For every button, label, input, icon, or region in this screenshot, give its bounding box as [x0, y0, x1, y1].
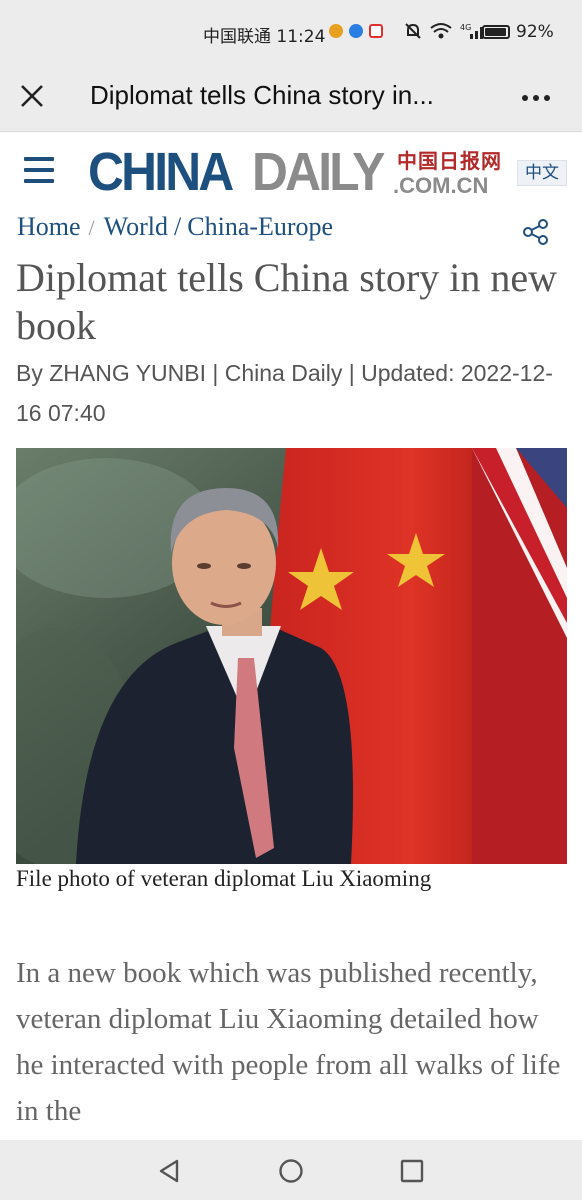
browser-title-bar: Diplomat tells China story in... [0, 66, 582, 132]
logo-domain: .COM.CN [393, 173, 489, 198]
article-headline: Diplomat tells China story in new book [16, 255, 558, 348]
notification-app-icon [369, 24, 383, 38]
system-icons: 4G [404, 22, 486, 40]
logo-primary: CHINA [88, 142, 234, 202]
page-title: Diplomat tells China story in... [90, 80, 434, 110]
browser-icon [349, 24, 363, 38]
status-bar: 中国联通 11:24 4G 92% [0, 0, 582, 66]
battery-icon [482, 25, 510, 39]
logo-chinese: 中国日报网 [397, 149, 502, 173]
notification-icons [329, 24, 383, 38]
wifi-icon [430, 23, 452, 39]
recents-icon[interactable] [399, 1158, 425, 1184]
weibo-icon [329, 24, 343, 38]
breadcrumb-section[interactable]: China-Europe [187, 212, 333, 241]
back-icon[interactable] [157, 1158, 183, 1184]
svg-text:4G: 4G [460, 23, 471, 32]
more-options-icon[interactable] [520, 84, 552, 112]
breadcrumb-separator: / [174, 212, 182, 241]
share-icon[interactable] [522, 218, 550, 246]
mute-icon [405, 23, 421, 39]
home-icon[interactable] [278, 1158, 304, 1184]
photo-caption: File photo of veteran diplomat Liu Xiaom… [16, 866, 432, 891]
close-icon[interactable] [18, 82, 46, 110]
carrier-time: 中国联通 11:24 [203, 27, 326, 47]
breadcrumb: Home / World / China-Europe [17, 212, 333, 246]
site-header: CHINA DAILY 中国日报网 .COM.CN 中文 [0, 132, 582, 210]
logo-secondary: DAILY [252, 142, 385, 202]
breadcrumb-home[interactable]: Home [17, 212, 81, 241]
breadcrumb-world[interactable]: World [104, 212, 168, 241]
breadcrumb-separator: / [88, 215, 95, 240]
article-body: In a new book which was published recent… [16, 957, 561, 1127]
menu-icon[interactable] [24, 157, 54, 183]
battery-percent: 92% [516, 22, 554, 42]
diplomat-portrait-image [16, 448, 567, 864]
china-daily-logo[interactable]: CHINA DAILY 中国日报网 .COM.CN [88, 142, 501, 202]
language-button[interactable]: 中文 [517, 160, 567, 186]
article-byline: By ZHANG YUNBI | China Daily | Updated: … [16, 360, 553, 426]
system-navigation-bar [0, 1140, 582, 1200]
article-photo [16, 448, 567, 864]
